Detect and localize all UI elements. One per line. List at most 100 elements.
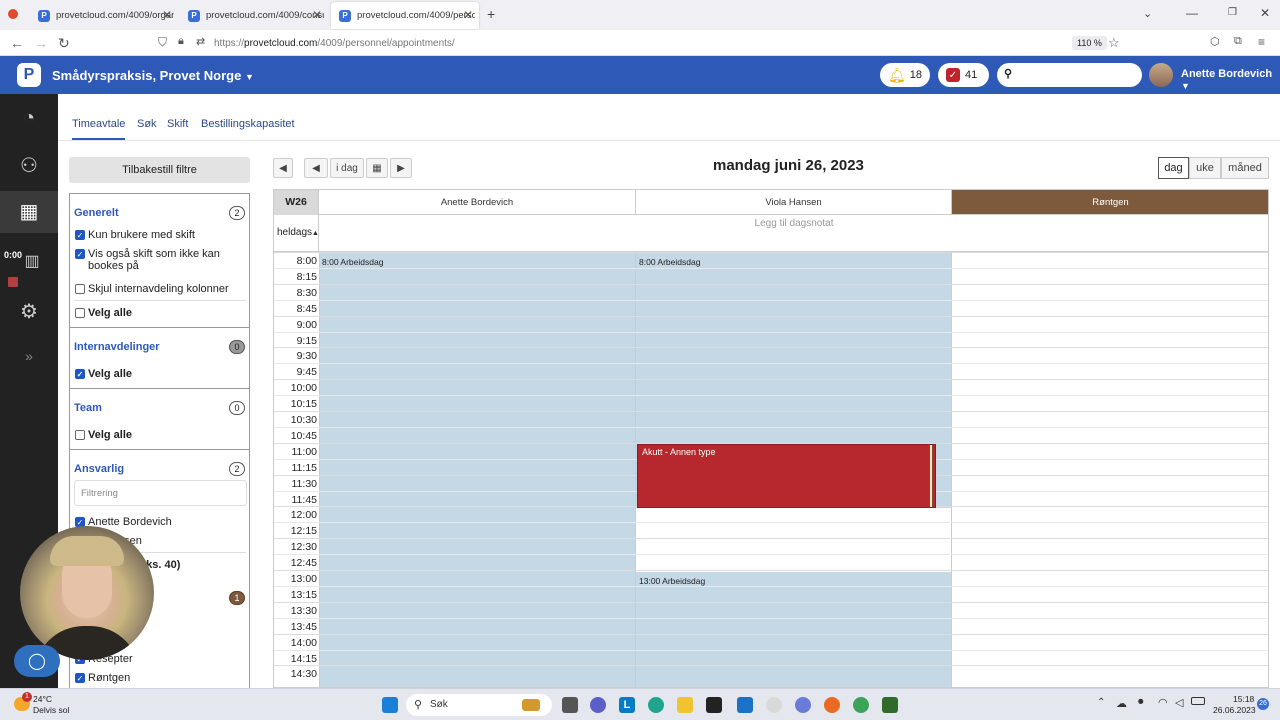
teams-icon[interactable] <box>590 697 606 713</box>
tab-sok[interactable]: Søk <box>137 118 157 130</box>
checkbox-checked-icon[interactable]: ✓ <box>75 249 85 259</box>
firefox-icon[interactable] <box>824 697 840 713</box>
filter-section-title[interactable]: Internavdelinger <box>74 341 160 353</box>
column-header-resource[interactable]: Røntgen <box>952 190 1268 215</box>
calendar-icon[interactable]: ▦ <box>17 200 41 224</box>
calendar-prev-button[interactable]: ◀ <box>273 158 293 178</box>
permissions-icon[interactable]: ⇄ <box>196 35 205 48</box>
appointment-block[interactable]: Akutt - Annen type <box>637 444 936 508</box>
date-picker-button[interactable]: ▦ <box>366 158 388 178</box>
checkbox-checked-icon[interactable]: ✓ <box>75 673 85 683</box>
shift-block[interactable] <box>636 572 952 687</box>
tray-chevron-icon[interactable]: ⌃ <box>1097 697 1105 708</box>
user-menu[interactable]: Anette Bordevich ▼ <box>1181 68 1280 92</box>
notifications-button[interactable]: 🔔︎ 18 <box>880 63 930 87</box>
select-all-option[interactable]: Velg alle <box>75 429 132 441</box>
browser-tab[interactable]: P provetcloud.com/4009/organiz ✕ <box>30 2 178 29</box>
view-month-button[interactable]: måned <box>1221 157 1269 179</box>
reload-icon[interactable]: ↻ <box>58 35 70 52</box>
battery-icon[interactable] <box>1191 697 1205 705</box>
global-search-input[interactable]: ⚲ <box>997 63 1142 87</box>
store-icon[interactable] <box>706 697 722 713</box>
browser-tab[interactable]: P provetcloud.com/4009/consult ✕ <box>180 2 328 29</box>
filter-option[interactable]: ✓ Vis også skift som ikke kan bookes på <box>75 248 245 272</box>
checkbox-checked-icon[interactable]: ✓ <box>75 230 85 240</box>
settings-app-icon[interactable] <box>795 697 811 713</box>
learning-app-icon[interactable]: L <box>619 697 635 713</box>
volume-icon[interactable]: ◁ <box>1175 696 1183 709</box>
extensions-icon[interactable]: ⧉ <box>1234 35 1242 48</box>
webcam-video-bubble[interactable] <box>20 526 154 660</box>
tab-timeavtale[interactable]: Timeavtale <box>72 118 126 140</box>
select-all-option[interactable]: Velg alle <box>75 307 132 319</box>
reset-filters-button[interactable]: Tilbakestill filtre <box>69 157 250 183</box>
filter-section-title[interactable]: Generelt <box>74 207 119 219</box>
url-field[interactable]: https://provetcloud.com/4009/personnel/a… <box>214 38 455 49</box>
calendar-back-button[interactable]: ◀ <box>304 158 328 178</box>
select-all-option[interactable]: ✓ Velg alle <box>75 368 132 380</box>
checkbox-unchecked-icon[interactable] <box>75 430 85 440</box>
filter-option[interactable]: Skjul internavdeling kolonner <box>75 283 229 295</box>
filter-section-title[interactable]: Ansvarlig <box>74 463 124 475</box>
task-view-icon[interactable] <box>562 697 578 713</box>
window-close-icon[interactable]: ✕ <box>1260 6 1270 20</box>
tab-bestillingskapasitet[interactable]: Bestillingskapasitet <box>201 118 295 130</box>
user-avatar[interactable] <box>1149 63 1173 87</box>
forward-icon[interactable]: → <box>34 35 48 51</box>
tab-list-icon[interactable]: ⌄ <box>1143 7 1152 20</box>
back-icon[interactable]: ← <box>10 35 24 51</box>
settings-gear-icon[interactable]: ⚙ <box>17 300 41 324</box>
shield-icon[interactable]: ⛉ <box>158 35 167 50</box>
ansvarlig-filter-input[interactable]: Filtrering <box>74 480 247 506</box>
wifi-icon[interactable]: ◠ <box>1158 696 1168 709</box>
onedrive-icon[interactable]: ☁ <box>1116 697 1127 710</box>
mail-icon[interactable] <box>737 697 753 713</box>
file-explorer-icon[interactable] <box>677 697 693 713</box>
close-icon[interactable]: ✕ <box>162 8 172 22</box>
checkbox-unchecked-icon[interactable] <box>75 284 85 294</box>
timer-stop-icon[interactable] <box>8 277 18 287</box>
tasks-button[interactable]: ✓ 41 <box>938 63 989 87</box>
expand-sidebar-icon[interactable]: » <box>17 344 41 368</box>
dashboard-gauge-icon[interactable]: ◔ <box>17 106 41 130</box>
calendar-forward-button[interactable]: ▶ <box>390 158 412 178</box>
terminal-app-icon[interactable] <box>882 697 898 713</box>
notification-center-icon[interactable]: 26 <box>1257 698 1269 710</box>
organization-selector[interactable]: Smådyrspraksis, Provet Norge ▼ <box>52 68 254 83</box>
chat-support-button[interactable]: ◯ <box>14 645 60 677</box>
checkbox-unchecked-icon[interactable] <box>75 308 85 318</box>
zoom-indicator[interactable]: 110 % <box>1072 36 1107 50</box>
view-week-button[interactable]: uke <box>1189 157 1221 179</box>
edge-icon[interactable] <box>648 697 664 713</box>
filter-section-title[interactable]: Team <box>74 402 102 414</box>
filter-option[interactable]: ✓ Røntgen <box>75 672 130 684</box>
checkbox-checked-icon[interactable]: ✓ <box>75 369 85 379</box>
slack-icon[interactable] <box>766 697 782 713</box>
view-day-button[interactable]: dag <box>1158 157 1189 179</box>
menu-icon[interactable]: ≡ <box>1258 35 1265 49</box>
close-icon[interactable]: ✕ <box>463 8 473 22</box>
browser-tab-active[interactable]: P provetcloud.com/4009/personn ✕ <box>331 2 479 29</box>
microphone-icon[interactable]: ⏺ <box>1138 696 1144 709</box>
shift-block[interactable] <box>320 252 636 687</box>
weather-temp[interactable]: 24°C <box>33 694 52 704</box>
clients-icon[interactable]: ⚇ <box>17 154 41 178</box>
lock-icon[interactable]: 🔒︎ <box>178 35 184 48</box>
add-day-note[interactable]: Legg til dagsnotat <box>319 215 1268 251</box>
filter-option[interactable]: ✓ Kun brukere med skift <box>75 229 195 241</box>
browser-menu-icon[interactable] <box>8 9 18 19</box>
bookmark-star-icon[interactable]: ☆ <box>1108 35 1120 51</box>
column-header-staff[interactable]: Viola Hansen <box>636 190 952 215</box>
provet-logo-icon[interactable]: P <box>17 63 41 87</box>
clock-date[interactable]: 26.06.2023 <box>1213 705 1256 715</box>
today-button[interactable]: i dag <box>330 158 364 178</box>
clock-time[interactable]: 15:18 <box>1233 694 1254 704</box>
column-header-staff[interactable]: Anette Bordevich <box>319 190 636 215</box>
minimize-icon[interactable]: — <box>1186 6 1198 20</box>
tab-skift[interactable]: Skift <box>167 118 188 130</box>
restore-icon[interactable]: ❐ <box>1228 7 1237 18</box>
pocket-icon[interactable]: ⬡ <box>1210 35 1220 48</box>
windows-start-icon[interactable] <box>382 697 398 713</box>
new-tab-icon[interactable]: + <box>487 6 495 22</box>
close-icon[interactable]: ✕ <box>312 8 322 22</box>
